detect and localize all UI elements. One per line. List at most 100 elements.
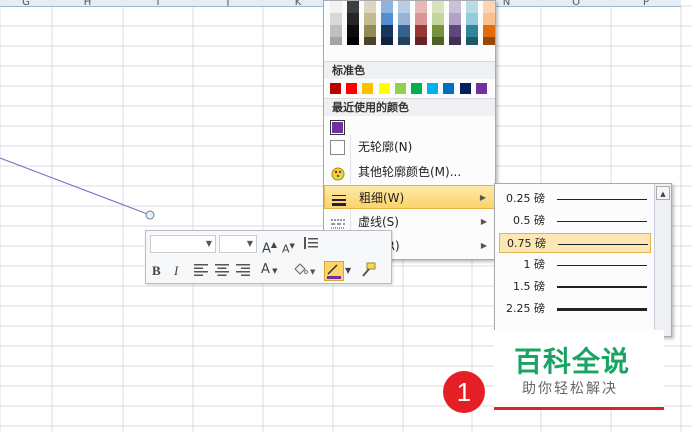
theme-color-swatch[interactable] (398, 1, 410, 13)
theme-color-swatch[interactable] (381, 1, 393, 13)
line-weight-sample (557, 264, 647, 266)
line-color-dropdown-icon[interactable]: ▼ (345, 262, 351, 280)
align-center-icon[interactable] (215, 264, 229, 282)
grow-font-button[interactable]: A▲ (262, 236, 277, 258)
column-header[interactable]: I (123, 0, 193, 7)
column-header[interactable]: H (52, 0, 123, 7)
theme-color-swatch[interactable] (398, 13, 410, 25)
theme-color-swatch[interactable] (347, 1, 359, 13)
theme-color-swatch[interactable] (449, 37, 461, 45)
theme-color-swatch[interactable] (449, 1, 461, 13)
recent-color-swatch[interactable] (330, 120, 345, 135)
theme-color-swatch[interactable] (330, 37, 342, 45)
theme-color-swatch[interactable] (347, 13, 359, 25)
theme-color-swatch[interactable] (466, 25, 478, 37)
watermark-logo: 百科全说 助你轻松解决 (494, 330, 664, 410)
theme-color-swatch[interactable] (483, 37, 495, 45)
line-weight-option[interactable]: 2.25 磅 (499, 299, 651, 319)
weight-scrollbar[interactable]: ▲ (654, 184, 671, 336)
standard-color-swatch[interactable] (362, 83, 374, 94)
column-header[interactable]: G (0, 0, 52, 7)
theme-color-swatch[interactable] (483, 1, 495, 13)
chevron-down-icon: ▼ (246, 239, 253, 248)
line-weight-option[interactable]: 0.25 磅 (499, 189, 651, 209)
standard-color-swatch[interactable] (346, 83, 358, 94)
indent-icon[interactable] (304, 236, 318, 256)
theme-color-swatch[interactable] (347, 25, 359, 37)
theme-color-swatch[interactable] (330, 13, 342, 25)
align-right-icon[interactable] (236, 264, 250, 282)
standard-color-swatch[interactable] (427, 83, 439, 94)
column-header[interactable]: J (193, 0, 263, 7)
column-header[interactable]: O (541, 0, 611, 7)
line-weight-label: 2.25 磅 (506, 302, 545, 315)
italic-button[interactable]: I (174, 262, 178, 280)
theme-color-swatch[interactable] (415, 13, 427, 25)
theme-color-swatch[interactable] (432, 37, 444, 45)
line-weight-option[interactable]: 0.5 磅 (499, 211, 651, 231)
theme-color-swatch[interactable] (432, 25, 444, 37)
theme-color-swatch[interactable] (466, 1, 478, 13)
line-weight-label: 1.5 磅 (513, 280, 545, 293)
submenu-arrow-icon: ▶ (480, 241, 487, 250)
theme-color-swatch[interactable] (347, 37, 359, 45)
theme-color-swatch[interactable] (330, 1, 342, 13)
bold-button[interactable]: B (152, 262, 161, 280)
theme-color-swatch[interactable] (483, 13, 495, 25)
theme-color-swatch[interactable] (364, 13, 376, 25)
theme-color-swatch[interactable] (449, 13, 461, 25)
standard-color-swatch[interactable] (475, 83, 487, 94)
line-weight-label: 0.25 磅 (506, 192, 545, 205)
standard-color-swatch[interactable] (378, 83, 390, 94)
color-palette-icon (330, 165, 346, 181)
watermark-title: 百科全说 (514, 345, 631, 378)
more-outline-colors-item[interactable]: 其他轮廓颜色(M)... (324, 160, 495, 184)
standard-color-swatch[interactable] (459, 83, 471, 94)
theme-color-swatch[interactable] (398, 25, 410, 37)
theme-color-swatch[interactable] (364, 37, 376, 45)
weight-item[interactable]: 粗细(W) ▶ (324, 185, 495, 209)
theme-color-swatch[interactable] (449, 25, 461, 37)
standard-color-swatch[interactable] (330, 83, 341, 94)
standard-color-swatch[interactable] (394, 83, 406, 94)
dashes-label: 虚线(S) (358, 215, 399, 229)
svg-text:▼: ▼ (310, 268, 316, 276)
theme-color-swatch[interactable] (398, 37, 410, 45)
theme-color-swatch[interactable] (432, 1, 444, 13)
theme-color-swatch[interactable] (381, 13, 393, 25)
theme-color-swatch[interactable] (466, 37, 478, 45)
theme-color-swatch[interactable] (364, 1, 376, 13)
font-size-dropdown[interactable]: ▼ (219, 235, 257, 253)
weight-label: 粗细(W) (359, 191, 405, 205)
font-color-button[interactable]: A ▼ (261, 261, 278, 280)
theme-color-swatch[interactable] (415, 37, 427, 45)
theme-color-swatch[interactable] (483, 25, 495, 37)
theme-color-swatch[interactable] (381, 37, 393, 45)
align-left-icon[interactable] (194, 264, 208, 282)
standard-color-swatch[interactable] (443, 83, 455, 94)
no-outline-item[interactable]: 无轮廓(N) (324, 135, 495, 159)
scroll-up-icon[interactable]: ▲ (656, 186, 670, 200)
watermark-underline (494, 407, 664, 410)
line-weight-option[interactable]: 1 磅 (499, 255, 651, 275)
theme-color-swatch[interactable] (466, 13, 478, 25)
theme-color-swatch[interactable] (415, 1, 427, 13)
theme-color-swatch[interactable] (415, 25, 427, 37)
line-weight-option[interactable]: 0.75 磅 (499, 233, 651, 253)
theme-color-swatch[interactable] (330, 25, 342, 37)
standard-color-swatch[interactable] (411, 83, 422, 94)
more-outline-colors-label: 其他轮廓颜色(M)... (358, 165, 462, 179)
dash-style-icon (330, 215, 346, 229)
theme-color-swatch[interactable] (432, 13, 444, 25)
submenu-arrow-icon: ▶ (479, 193, 486, 202)
line-weight-option[interactable]: 1.5 磅 (499, 277, 651, 297)
format-painter-icon[interactable] (359, 262, 377, 284)
shrink-font-button[interactable]: A▼ (282, 237, 295, 259)
font-name-dropdown[interactable]: ▼ (150, 235, 216, 253)
theme-color-swatch[interactable] (364, 25, 376, 37)
line-color-button[interactable] (324, 261, 344, 281)
line-end-handle[interactable] (145, 210, 155, 220)
fill-bucket-icon[interactable]: ▼ (292, 262, 318, 284)
column-header[interactable]: P (611, 0, 681, 7)
theme-color-swatch[interactable] (381, 25, 393, 37)
